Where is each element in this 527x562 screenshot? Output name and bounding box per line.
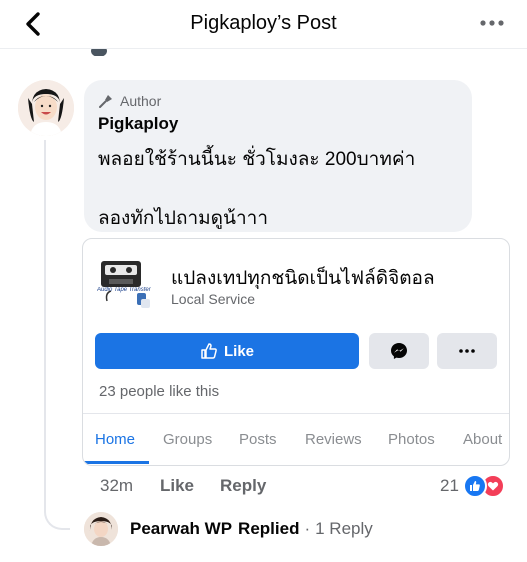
reply-separator: ·: [304, 519, 311, 538]
like-icon: [462, 474, 487, 498]
comment-text-line: พลอยใช้ร้านนี้นะ ชั่วโมงละ 200บาทค่า: [98, 149, 416, 170]
reply-action-text: Replied: [238, 519, 300, 538]
more-horizontal-icon: [480, 20, 504, 26]
tab-home[interactable]: Home: [95, 431, 135, 448]
thumbs-up-icon: [201, 343, 217, 359]
author-badge: Author: [98, 92, 161, 110]
avatar[interactable]: [18, 80, 74, 136]
avatar: [84, 512, 118, 546]
page-likes-count: 23 people like this: [99, 383, 220, 400]
microphone-icon: [99, 95, 112, 108]
page-more-button[interactable]: [437, 333, 497, 369]
page-tabs: Home Groups Posts Reviews Photos About: [83, 414, 509, 464]
tab-about[interactable]: About: [463, 431, 502, 448]
comment-reply-button[interactable]: Reply: [220, 476, 266, 496]
comment-timestamp: 32m: [100, 476, 134, 495]
tab-groups[interactable]: Groups: [163, 431, 212, 448]
page-title: Pigkaploy’s Post: [190, 12, 337, 34]
reaction-summary[interactable]: 21: [440, 474, 505, 498]
active-tab-indicator: [83, 461, 149, 464]
tab-reviews[interactable]: Reviews: [305, 431, 362, 448]
more-horizontal-icon: [459, 349, 475, 353]
messenger-button[interactable]: [369, 333, 429, 369]
comment-bubble[interactable]: Author Pigkaploy พลอยใช้ร้านนี้นะ ชั่วโม…: [84, 80, 472, 232]
page-preview-card[interactable]: Audio Tape Transfer แปลงเทปทุกชนิดเป็นไฟ…: [82, 238, 510, 466]
like-page-button[interactable]: Like: [95, 333, 359, 369]
reaction-count: 21: [440, 476, 459, 495]
previous-comment-avatar: [90, 46, 108, 56]
page-thumbnail[interactable]: Audio Tape Transfer: [97, 253, 157, 313]
tab-posts[interactable]: Posts: [239, 431, 277, 448]
tab-photos[interactable]: Photos: [388, 431, 435, 448]
author-badge-label: Author: [120, 93, 162, 109]
view-replies-link[interactable]: Pearwah WP Replied · 1 Reply: [84, 512, 373, 546]
top-bar: Pigkaploy’s Post: [0, 0, 527, 48]
page-category: Local Service: [171, 291, 256, 307]
reply-count: 1 Reply: [315, 519, 373, 538]
comment-like-button[interactable]: Like: [160, 476, 194, 496]
thumbnail-caption: Audio Tape Transfer: [97, 287, 151, 293]
header-divider: [0, 48, 527, 49]
comment-author-name[interactable]: Pigkaploy: [98, 114, 178, 134]
comment-text-line: ลองทักไปถามดูน้าาา: [98, 208, 269, 229]
more-options-button[interactable]: [479, 16, 505, 30]
page-name[interactable]: แปลงเทปทุกชนิดเป็นไฟล์ดิจิตอล: [171, 263, 435, 293]
reply-author-name: Pearwah WP: [130, 519, 233, 538]
like-page-button-label: Like: [223, 342, 254, 360]
thread-connector-line: [44, 140, 70, 530]
messenger-icon: [391, 343, 407, 359]
